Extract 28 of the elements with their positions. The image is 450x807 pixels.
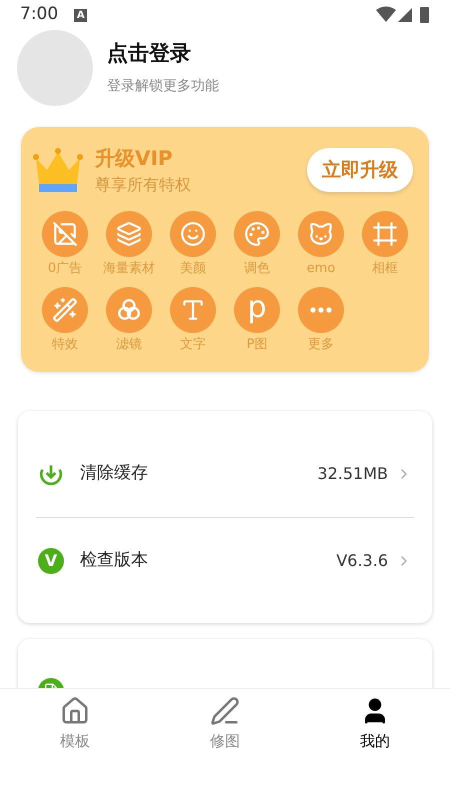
login-subtitle: 登录解锁更多功能 [107, 76, 219, 96]
p-glyph: p [247, 292, 267, 322]
feature-label: 更多 [308, 336, 334, 354]
tab[interactable]: 修图 [150, 689, 300, 760]
feature-label: 调色 [244, 260, 270, 278]
feature-label: 海量素材 [103, 260, 155, 278]
setting-value: V6.3.6 [336, 550, 388, 572]
feature-label: 滤镜 [116, 336, 142, 354]
feature-label: 0广告 [48, 260, 82, 278]
feature-label: P图 [246, 336, 268, 354]
version-icon: V [38, 548, 64, 574]
notification-badge: A [74, 8, 88, 22]
feature-label: 美颜 [180, 260, 206, 278]
setting-value: 32.51MB [317, 463, 388, 485]
vip-title: 升级VIP [95, 145, 174, 172]
settings-row[interactable]: 清除缓存 32.51MB [36, 431, 414, 517]
tab[interactable]: 模板 [0, 689, 150, 760]
tab[interactable]: 我的 [300, 689, 450, 760]
feature-label: emo [306, 260, 336, 278]
setting-label: 检查版本 [80, 548, 148, 572]
setting-label: 清除缓存 [80, 462, 148, 486]
login-title[interactable]: 点击登录 [107, 38, 219, 70]
settings-row[interactable]: V 检查版本 V6.3.6 [36, 517, 414, 603]
vip-subtitle: 尊享所有特权 [95, 174, 191, 196]
feature-label: 文字 [180, 336, 206, 354]
feature-label: 特效 [52, 336, 78, 354]
status-time: 7:00 [20, 3, 58, 26]
feature-label: 相框 [372, 260, 398, 278]
